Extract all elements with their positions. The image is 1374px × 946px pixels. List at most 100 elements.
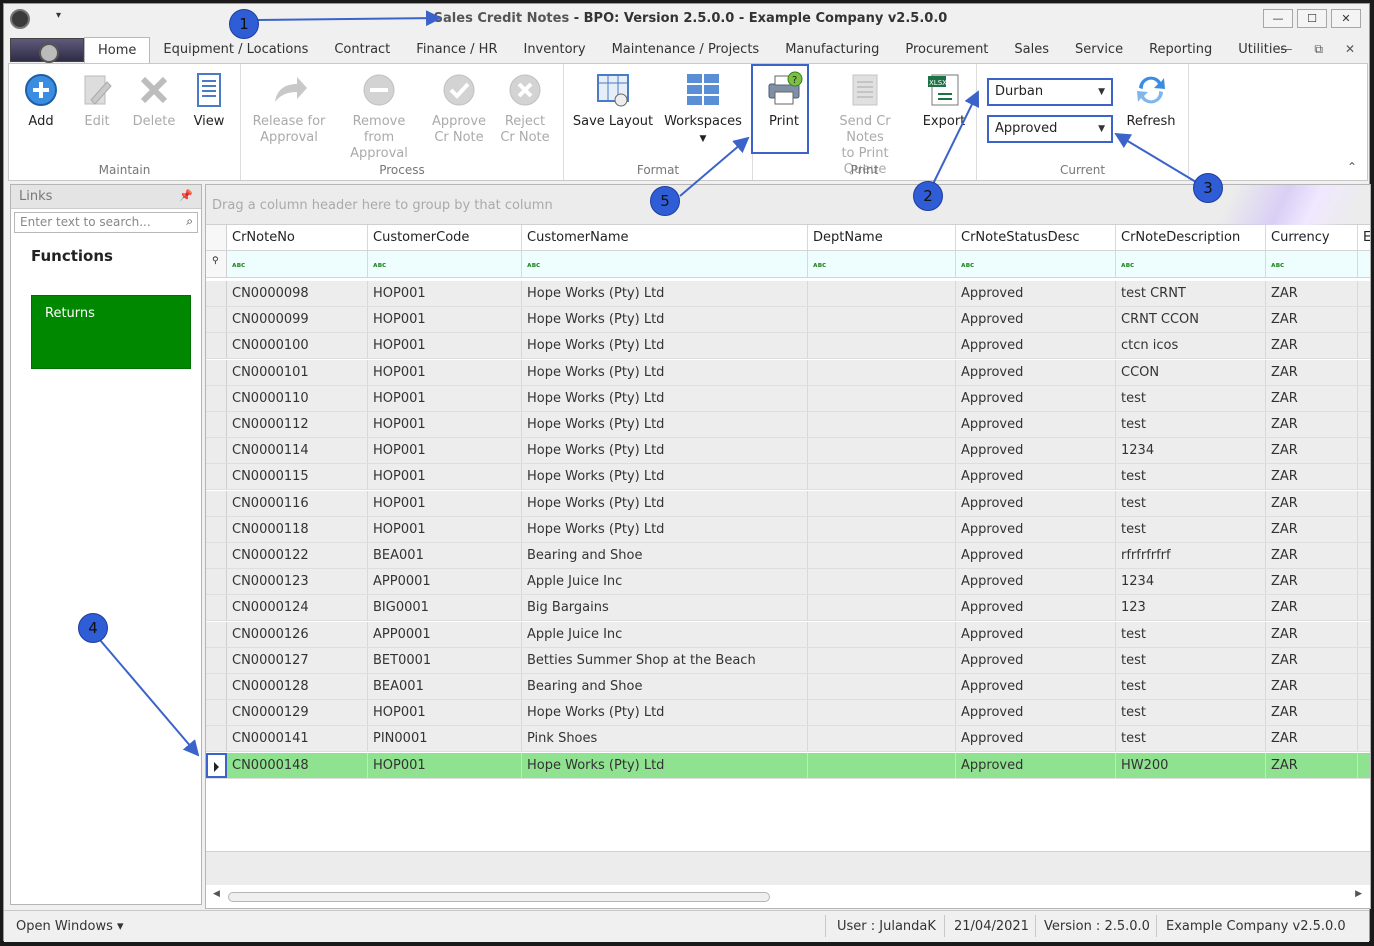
cell-extra[interactable]	[1358, 674, 1370, 699]
row-indicator[interactable]	[206, 490, 227, 516]
column-header-deptname[interactable]: DeptName	[808, 225, 956, 250]
cell-crnoteno[interactable]: CN0000148	[227, 752, 368, 778]
cell-deptname[interactable]	[808, 359, 956, 385]
filter-cell-currency[interactable]: ᴀʙᴄ	[1266, 251, 1358, 277]
maximize-button[interactable]: ☐	[1297, 9, 1327, 28]
cell-currency[interactable]: ZAR	[1266, 516, 1358, 542]
cell-currency[interactable]: ZAR	[1266, 621, 1358, 647]
table-row[interactable]: CN0000099 HOP001 Hope Works (Pty) Ltd Appro…	[206, 307, 1370, 334]
column-header-customercode[interactable]: CustomerCode	[368, 225, 522, 250]
cell-crnotestatusdesc[interactable]: Approved	[956, 647, 1116, 673]
scroll-left-icon[interactable]: ◀	[213, 889, 220, 899]
cell-extra[interactable]	[1358, 753, 1370, 778]
table-row[interactable]: CN0000110 HOP001 Hope Works (Pty) Ltd Appro…	[206, 385, 1370, 412]
tab-manufacturing[interactable]: Manufacturing	[772, 37, 892, 63]
workspaces-dropdown-icon[interactable]: ▼	[700, 134, 707, 144]
cell-crnotestatusdesc[interactable]: Approved	[956, 307, 1116, 333]
cell-customername[interactable]: Hope Works (Pty) Ltd	[522, 412, 808, 437]
cell-currency[interactable]: ZAR	[1266, 543, 1358, 568]
cell-currency[interactable]: ZAR	[1266, 726, 1358, 752]
cell-customercode[interactable]: APP0001	[368, 621, 522, 647]
cell-crnotestatusdesc[interactable]: Approved	[956, 464, 1116, 490]
cell-customercode[interactable]: HOP001	[368, 464, 522, 490]
row-indicator[interactable]	[206, 359, 227, 385]
cell-crnotedescription[interactable]: test	[1116, 412, 1266, 437]
cell-crnotedescription[interactable]: test	[1116, 647, 1266, 673]
cell-extra[interactable]	[1358, 333, 1370, 358]
cell-crnoteno[interactable]: CN0000122	[227, 543, 368, 568]
row-indicator[interactable]	[206, 595, 227, 621]
cell-customercode[interactable]: BIG0001	[368, 595, 522, 621]
cell-crnotedescription[interactable]: rfrfrfrfrf	[1116, 543, 1266, 568]
cell-customercode[interactable]: HOP001	[368, 490, 522, 516]
cell-crnoteno[interactable]: CN0000124	[227, 595, 368, 621]
cell-customername[interactable]: Hope Works (Pty) Ltd	[522, 464, 808, 490]
cell-crnotestatusdesc[interactable]: Approved	[956, 490, 1116, 516]
cell-customercode[interactable]: BEA001	[368, 674, 522, 699]
cell-crnotestatusdesc[interactable]: Approved	[956, 674, 1116, 699]
tab-finance-hr[interactable]: Finance / HR	[403, 37, 510, 63]
tab-contract[interactable]: Contract	[321, 37, 403, 63]
cell-customercode[interactable]: HOP001	[368, 333, 522, 359]
cell-customercode[interactable]: HOP001	[368, 359, 522, 385]
mdi-minimize-button[interactable]: —	[1280, 42, 1292, 57]
cell-currency[interactable]: ZAR	[1266, 333, 1358, 359]
filter-cell-customercode[interactable]: ᴀʙᴄ	[368, 251, 522, 277]
cell-deptname[interactable]	[808, 726, 956, 752]
cell-crnotedescription[interactable]: 1234	[1116, 569, 1266, 595]
cell-crnotestatusdesc[interactable]: Approved	[956, 752, 1116, 778]
table-row[interactable]: CN0000116 HOP001 Hope Works (Pty) Ltd Appro…	[206, 490, 1370, 517]
cell-crnotedescription[interactable]: test	[1116, 621, 1266, 647]
export-button[interactable]: XLSX Export	[919, 70, 969, 130]
cell-customername[interactable]: Apple Juice Inc	[522, 569, 808, 595]
cell-extra[interactable]	[1358, 543, 1370, 568]
cell-currency[interactable]: ZAR	[1266, 438, 1358, 464]
cell-customercode[interactable]: BEA001	[368, 543, 522, 568]
cell-crnotedescription[interactable]: test	[1116, 516, 1266, 542]
cell-extra[interactable]	[1358, 491, 1370, 516]
cell-crnotestatusdesc[interactable]: Approved	[956, 516, 1116, 542]
cell-customercode[interactable]: BET0001	[368, 647, 522, 673]
cell-crnoteno[interactable]: CN0000099	[227, 307, 368, 333]
cell-customercode[interactable]: HOP001	[368, 307, 522, 333]
approve-cr-note-button[interactable]: Approve Cr Note	[431, 70, 487, 146]
cell-extra[interactable]	[1358, 438, 1370, 463]
cell-customername[interactable]: Hope Works (Pty) Ltd	[522, 307, 808, 333]
row-indicator[interactable]	[206, 307, 227, 333]
cell-crnoteno[interactable]: CN0000141	[227, 726, 368, 752]
cell-crnotedescription[interactable]: test CRNT	[1116, 281, 1266, 306]
cell-customername[interactable]: Bearing and Shoe	[522, 674, 808, 699]
scroll-right-icon[interactable]: ▶	[1355, 889, 1362, 899]
cell-extra[interactable]	[1358, 412, 1370, 437]
cell-customername[interactable]: Apple Juice Inc	[522, 621, 808, 647]
cell-currency[interactable]: ZAR	[1266, 464, 1358, 490]
cell-currency[interactable]: ZAR	[1266, 647, 1358, 673]
cell-currency[interactable]: ZAR	[1266, 674, 1358, 699]
mdi-close-button[interactable]: ✕	[1345, 42, 1355, 57]
close-button[interactable]: ✕	[1331, 9, 1361, 28]
row-indicator[interactable]	[206, 674, 227, 699]
cell-extra[interactable]	[1358, 464, 1370, 489]
minimize-button[interactable]: —	[1263, 9, 1293, 28]
cell-deptname[interactable]	[808, 543, 956, 568]
filter-cell-crnotestatusdesc[interactable]: ᴀʙᴄ	[956, 251, 1116, 277]
filter-cell-crnoteno[interactable]: ᴀʙᴄ	[227, 251, 368, 277]
table-row[interactable]: CN0000114 HOP001 Hope Works (Pty) Ltd Appro…	[206, 438, 1370, 465]
cell-crnoteno[interactable]: CN0000127	[227, 647, 368, 673]
cell-extra[interactable]	[1358, 700, 1370, 725]
row-indicator[interactable]	[206, 543, 227, 568]
cell-deptname[interactable]	[808, 490, 956, 516]
cell-crnoteno[interactable]: CN0000100	[227, 333, 368, 359]
cell-crnoteno[interactable]: CN0000098	[227, 281, 368, 306]
cell-crnotestatusdesc[interactable]: Approved	[956, 359, 1116, 385]
cell-crnotedescription[interactable]: CCON	[1116, 359, 1266, 385]
cell-crnoteno[interactable]: CN0000126	[227, 621, 368, 647]
cell-crnoteno[interactable]: CN0000129	[227, 700, 368, 726]
cell-deptname[interactable]	[808, 438, 956, 464]
links-search-input[interactable]: Enter text to search... ⌕	[14, 212, 198, 233]
cell-crnotedescription[interactable]: HW200	[1116, 752, 1266, 778]
row-indicator[interactable]	[206, 700, 227, 726]
filter-cell-crnotedescription[interactable]: ᴀʙᴄ	[1116, 251, 1266, 277]
cell-crnotedescription[interactable]: test	[1116, 726, 1266, 752]
cell-customername[interactable]: Hope Works (Pty) Ltd	[522, 752, 808, 778]
